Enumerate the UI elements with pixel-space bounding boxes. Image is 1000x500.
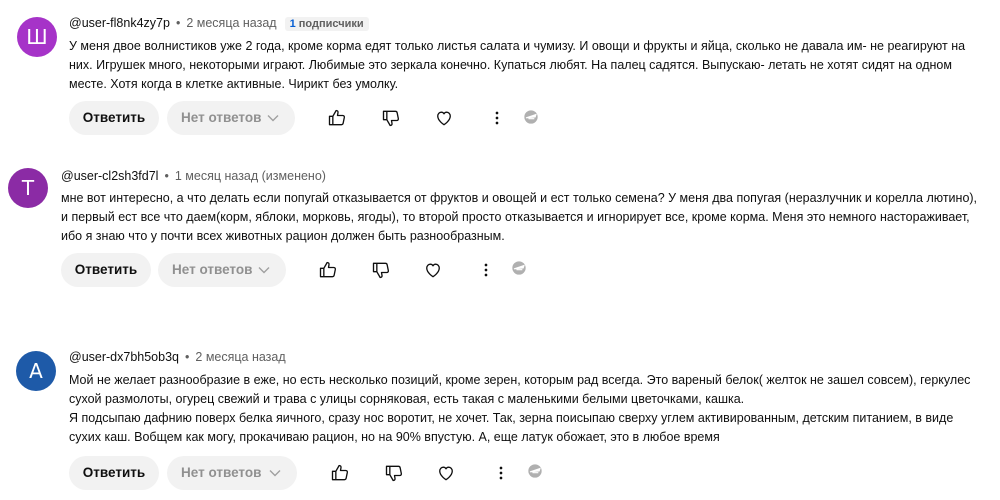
subscribers-label: подписчики <box>298 18 364 30</box>
comment-text: Мой не желает разнообразие в еже, но ест… <box>69 371 970 447</box>
comment-line: сухих каш. Вобщем как могу, прокачиваю р… <box>69 430 720 444</box>
like-icon[interactable] <box>318 260 338 280</box>
translate-icon[interactable] <box>509 258 529 278</box>
chevron-down-icon <box>258 267 270 274</box>
comment-line: Мой не желает разнообразие в еже, но ест… <box>69 373 971 387</box>
comment-actions: Ответить Нет ответов <box>69 456 669 492</box>
heart-icon[interactable] <box>423 260 443 280</box>
heart-icon[interactable] <box>436 463 456 483</box>
avatar[interactable]: A <box>16 351 56 391</box>
separator-dot: • <box>175 16 181 30</box>
translate-icon[interactable] <box>525 461 545 481</box>
comment-text: У меня двое волнистиков уже 2 года, кром… <box>69 37 965 94</box>
like-icon[interactable] <box>327 108 347 128</box>
no-replies-button[interactable]: Нет ответов <box>167 456 297 490</box>
author-handle[interactable]: @user-dx7bh5ob3q <box>69 350 179 364</box>
separator-dot: • <box>185 350 190 364</box>
avatar[interactable]: Ш <box>17 17 57 57</box>
no-replies-label: Нет ответов <box>181 110 262 125</box>
reply-button[interactable]: Ответить <box>69 456 159 490</box>
comment-time[interactable]: 1 месяц назад (изменено) <box>175 169 326 183</box>
comment-text: мне вот интересно, а что делать если поп… <box>61 189 977 246</box>
separator-dot: • <box>164 169 169 183</box>
no-replies-button[interactable]: Нет ответов <box>158 253 286 287</box>
reply-button[interactable]: Ответить <box>61 253 151 287</box>
like-icon[interactable] <box>330 463 350 483</box>
subscribers-count: 1 <box>289 18 296 30</box>
comment-header: @user-fl8nk4zy7p • 2 месяца назад 1 подписч… <box>69 16 369 31</box>
comment-line: Я подсыпаю дафнию поверх белка яичного, … <box>69 411 954 425</box>
no-replies-button[interactable]: Нет ответов <box>167 101 295 135</box>
comment-actions: Ответить Нет ответов <box>69 101 669 137</box>
avatar[interactable]: T <box>8 168 48 208</box>
comment-header: @user-dx7bh5ob3q • 2 месяца назад <box>69 350 286 364</box>
translate-icon[interactable] <box>521 107 541 127</box>
subscribers-badge: 1 подписчики <box>284 17 369 31</box>
comment-line: ибо я знаю что у почти всех животных рац… <box>61 229 505 243</box>
comment-line: сухой размолоты, огурец свежий и трава с… <box>69 392 745 406</box>
no-replies-label: Нет ответов <box>181 465 262 480</box>
comment-line: У меня двое волнистиков уже 2 года, кром… <box>69 39 966 53</box>
more-actions-icon[interactable] <box>487 108 507 128</box>
author-handle[interactable]: @user-cl2sh3fd7l <box>61 169 158 183</box>
dislike-icon[interactable] <box>384 463 404 483</box>
comment-line: и первый ест все что даем(корм, яблоки, … <box>61 210 970 224</box>
comment-header: @user-cl2sh3fd7l • 1 месяц назад (изменено… <box>61 169 326 183</box>
comment-time[interactable]: 2 месяца назад <box>195 350 285 364</box>
dislike-icon[interactable] <box>381 108 401 128</box>
reply-button[interactable]: Ответить <box>69 101 159 135</box>
more-actions-icon[interactable] <box>491 463 511 483</box>
comment-line: них. Игрушек много, некоторыми играют. Л… <box>69 58 952 72</box>
comment-line: мне вот интересно, а что делать если поп… <box>61 191 978 205</box>
no-replies-label: Нет ответов <box>172 262 253 277</box>
heart-icon[interactable] <box>434 108 454 128</box>
author-handle[interactable]: @user-fl8nk4zy7p <box>69 16 170 30</box>
comment-actions: Ответить Нет ответов <box>61 253 661 289</box>
more-actions-icon[interactable] <box>476 260 496 280</box>
chevron-down-icon <box>267 115 279 122</box>
comment-time[interactable]: 2 месяца назад <box>186 16 276 30</box>
dislike-icon[interactable] <box>371 260 391 280</box>
comment-line: месте. Хотя когда в клетке активные. Чир… <box>69 77 399 91</box>
chevron-down-icon <box>269 470 281 477</box>
